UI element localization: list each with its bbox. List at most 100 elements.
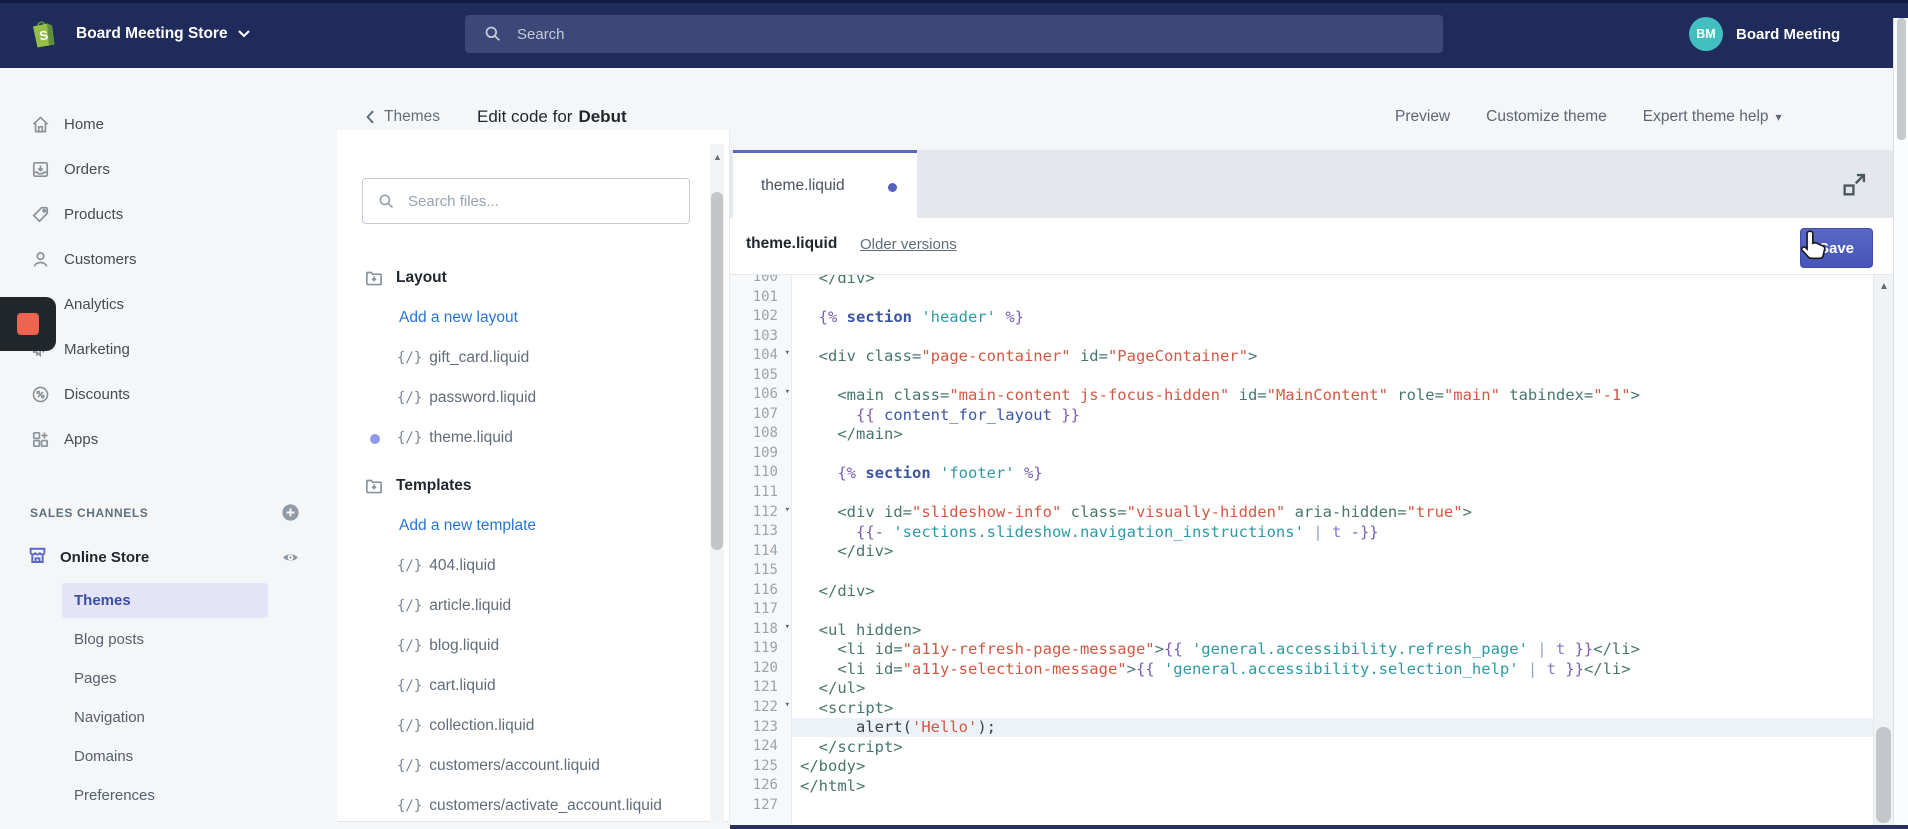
code-line-114[interactable]: 114 </div> — [730, 542, 1873, 562]
file-item-article-liquid[interactable]: {/} article.liquid — [337, 586, 709, 626]
sidebar-item-apps[interactable]: Apps — [0, 417, 337, 462]
fold-arrow-icon[interactable]: ▾ — [785, 622, 790, 632]
browser-scrollbar[interactable] — [1893, 18, 1908, 825]
recording-indicator[interactable] — [0, 297, 56, 351]
code-line-111[interactable]: 111 — [730, 483, 1873, 503]
store-switcher[interactable]: Board Meeting Store — [76, 0, 250, 68]
shopify-logo-icon[interactable]: S — [24, 16, 60, 52]
file-panel-scrollbar[interactable]: ▲ — [710, 144, 724, 822]
save-button[interactable]: Save — [1800, 228, 1873, 268]
code-text[interactable]: </html> — [792, 776, 1873, 796]
code-text[interactable] — [792, 796, 1873, 816]
code-text[interactable]: </ul> — [792, 678, 1873, 698]
scroll-up-icon[interactable]: ▲ — [1879, 281, 1889, 292]
customize-theme-button[interactable]: Customize theme — [1486, 103, 1607, 131]
account-menu[interactable]: BM Board Meeting — [1689, 0, 1840, 68]
breadcrumb-back-themes[interactable]: Themes — [362, 103, 440, 131]
sidebar-item-domains[interactable]: Domains — [0, 737, 337, 776]
code-text[interactable] — [792, 561, 1873, 581]
code-line-126[interactable]: 126 </html> — [730, 776, 1873, 796]
sidebar-item-home[interactable]: Home — [0, 102, 337, 147]
expert-theme-help-button[interactable]: Expert theme help ▾ — [1643, 103, 1782, 131]
code-text[interactable]: <script> — [792, 698, 1873, 718]
code-line-113[interactable]: 113 {{- 'sections.slideshow.navigation_i… — [730, 522, 1873, 542]
sidebar-item-customers[interactable]: Customers — [0, 237, 337, 282]
sidebar-item-blog-posts[interactable]: Blog posts — [0, 620, 337, 659]
file-section-layout[interactable]: Layout — [337, 258, 709, 298]
code-text[interactable] — [792, 288, 1873, 308]
code-line-109[interactable]: 109 — [730, 444, 1873, 464]
file-item-collection-liquid[interactable]: {/} collection.liquid — [337, 706, 709, 746]
sidebar-item-discounts[interactable]: Discounts — [0, 372, 337, 417]
code-text[interactable] — [792, 600, 1873, 620]
code-text[interactable]: <main class= "main-content js-focus-hidde… — [792, 385, 1873, 405]
code-text[interactable]: {% section 'header' %} — [792, 307, 1873, 327]
file-search-input[interactable] — [408, 192, 648, 210]
code-line-122[interactable]: 122 ▾ <script> — [730, 698, 1873, 718]
code-line-106[interactable]: 106 ▾ <main class= "main-content js-focus-… — [730, 385, 1873, 405]
file-item-customers-activate-account-liquid[interactable]: {/} customers/activate_account.liquid — [337, 786, 709, 826]
code-text[interactable] — [792, 327, 1873, 347]
file-section-templates[interactable]: Templates — [337, 466, 709, 506]
file-item-cart-liquid[interactable]: {/} cart.liquid — [337, 666, 709, 706]
fold-arrow-icon[interactable]: ▾ — [785, 505, 790, 515]
code-text[interactable]: <li id= "a11y-refresh-page-message" >{{ 'g… — [792, 639, 1873, 659]
code-text[interactable]: </body> — [792, 757, 1873, 777]
older-versions-link[interactable]: Older versions — [860, 236, 957, 253]
code-text[interactable]: </div> — [792, 275, 1873, 288]
fold-arrow-icon[interactable]: ▾ — [785, 348, 790, 358]
code-text[interactable]: </div> — [792, 581, 1873, 601]
file-item-theme-liquid[interactable]: {/} theme.liquid — [337, 418, 709, 458]
code-line-127[interactable]: 127 — [730, 796, 1873, 816]
sidebar-item-navigation[interactable]: Navigation — [0, 698, 337, 737]
code-line-116[interactable]: 116 </div> — [730, 581, 1873, 601]
code-line-110[interactable]: 110 {% section 'footer' %} — [730, 463, 1873, 483]
file-search-box[interactable] — [362, 178, 690, 224]
fullscreen-button[interactable] — [1840, 171, 1868, 199]
fold-arrow-icon[interactable]: ▾ — [785, 700, 790, 710]
editor-scrollbar[interactable]: ▲ — [1873, 275, 1893, 825]
code-line-123[interactable]: 123 alert('Hello'); — [730, 717, 1873, 738]
code-text[interactable]: </main> — [792, 424, 1873, 444]
sidebar-item-pages[interactable]: Pages — [0, 659, 337, 698]
editor-scrollbar-thumb[interactable] — [1876, 727, 1891, 823]
code-line-115[interactable]: 115 — [730, 561, 1873, 581]
code-line-108[interactable]: 108 </main> — [730, 424, 1873, 444]
code-text[interactable]: <li id= "a11y-selection-message" >{{ 'gene… — [792, 659, 1873, 679]
code-line-101[interactable]: 101 — [730, 288, 1873, 308]
tab-theme-liquid[interactable]: theme.liquid — [733, 150, 917, 218]
code-text[interactable]: alert('Hello'); — [792, 717, 1873, 738]
sidebar-item-themes[interactable]: Themes — [0, 581, 337, 620]
add-link-templates[interactable]: Add a new template — [337, 506, 709, 546]
add-link-layout[interactable]: Add a new layout — [337, 298, 709, 338]
preview-button[interactable]: Preview — [1395, 103, 1450, 131]
sidebar-item-preferences[interactable]: Preferences — [0, 776, 337, 815]
code-text[interactable]: {% section 'footer' %} — [792, 463, 1873, 483]
file-item-404-liquid[interactable]: {/} 404.liquid — [337, 546, 709, 586]
sidebar-item-orders[interactable]: Orders — [0, 147, 337, 192]
code-line-118[interactable]: 118 ▾ <ul hidden> — [730, 620, 1873, 640]
file-item-gift-card-liquid[interactable]: {/} gift_card.liquid — [337, 338, 709, 378]
view-store-button[interactable] — [281, 548, 300, 567]
code-line-102[interactable]: 102 {% section 'header' %} — [730, 307, 1873, 327]
code-area[interactable]: 100 </div> 101 102 {% section 'header' %} 1… — [730, 275, 1873, 825]
code-text[interactable] — [792, 366, 1873, 386]
scroll-up-icon[interactable]: ▲ — [713, 152, 722, 162]
sidebar-item-online-store[interactable]: Online Store — [0, 535, 337, 579]
file-item-customers-account-liquid[interactable]: {/} customers/account.liquid — [337, 746, 709, 786]
code-line-112[interactable]: 112 ▾ <div id= "slideshow-info" class= "vis… — [730, 503, 1873, 523]
code-line-107[interactable]: 107 {{ content_for_layout }} — [730, 405, 1873, 425]
file-scrollbar-thumb[interactable] — [711, 192, 723, 550]
browser-scrollbar-thumb[interactable] — [1897, 18, 1906, 140]
code-line-119[interactable]: 119 <li id= "a11y-refresh-page-message" >{… — [730, 639, 1873, 659]
code-line-125[interactable]: 125 </body> — [730, 757, 1873, 777]
fold-arrow-icon[interactable]: ▾ — [785, 387, 790, 397]
file-item-password-liquid[interactable]: {/} password.liquid — [337, 378, 709, 418]
code-text[interactable]: {{- 'sections.slideshow.navigation_instr… — [792, 522, 1873, 542]
code-line-103[interactable]: 103 — [730, 327, 1873, 347]
code-line-100[interactable]: 100 </div> — [730, 275, 1873, 288]
global-search-input[interactable]: Search — [465, 15, 1443, 53]
add-sales-channel-button[interactable] — [281, 503, 300, 522]
code-text[interactable]: {{ content_for_layout }} — [792, 405, 1873, 425]
code-line-117[interactable]: 117 — [730, 600, 1873, 620]
